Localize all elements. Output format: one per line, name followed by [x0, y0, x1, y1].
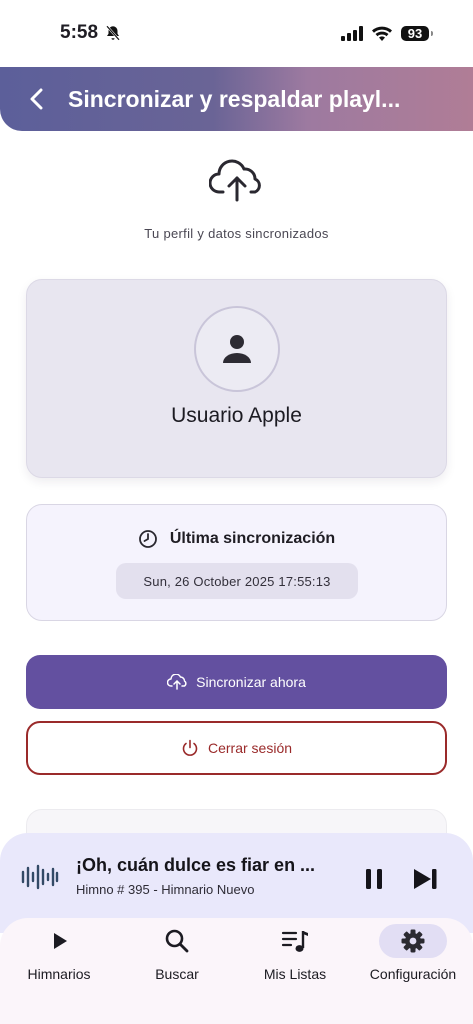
pause-icon: [366, 869, 382, 889]
track-title: ¡Oh, cuán dulce es fiar en ...: [76, 855, 316, 875]
gear-icon: [401, 929, 425, 953]
last-sync-title: Última sincronización: [169, 530, 336, 547]
sync-now-button[interactable]: Sincronizar ahora: [26, 655, 447, 709]
last-sync-card: Última sincronización Sun, 26 October 20…: [26, 504, 447, 621]
profile-card: Usuario Apple: [26, 279, 447, 478]
nav-icon-container: [261, 924, 329, 958]
nav-label: Configuración: [369, 966, 457, 982]
playlist-icon: [281, 931, 308, 952]
app-bar: Sincronizar y respaldar playl...: [0, 67, 473, 131]
logout-label: Cerrar sesión: [207, 740, 293, 756]
profile-subtitle: Tu perfil y datos sincronizados: [144, 226, 329, 241]
clock-icon: [138, 530, 157, 548]
nav-icon-container: [143, 924, 211, 958]
battery-indicator: 93: [401, 25, 433, 41]
nav-item-buscar[interactable]: Buscar: [118, 918, 236, 998]
waveform-icon: [21, 864, 59, 890]
status-time: 5:58: [60, 22, 99, 43]
status-indicators: 93: [341, 25, 433, 41]
page-title: Sincronizar y respaldar playl...: [68, 85, 401, 112]
cloud-upload-icon: [209, 159, 261, 202]
avatar: [194, 306, 280, 392]
nav-icon-container: [25, 924, 93, 958]
nav-icon-container-active: [379, 924, 447, 958]
nav-label: Himnarios: [27, 966, 91, 982]
search-icon: [165, 929, 189, 953]
user-name: Usuario Apple: [171, 404, 302, 427]
chevron-left-icon: [30, 88, 43, 110]
signal-icon: [341, 25, 363, 41]
nav-label: Buscar: [155, 966, 199, 982]
nav-item-himnarios[interactable]: Himnarios: [0, 918, 118, 998]
back-button[interactable]: [22, 84, 52, 114]
next-button[interactable]: [408, 863, 442, 895]
logout-button[interactable]: Cerrar sesión: [26, 721, 447, 775]
skip-next-icon: [414, 869, 437, 889]
cloud-upload-icon: [167, 674, 187, 690]
track-subtitle: Himno # 395 - Himnario Nuevo: [76, 882, 255, 897]
nav-item-mis-listas[interactable]: Mis Listas: [236, 918, 354, 998]
last-sync-header: Última sincronización: [27, 529, 446, 549]
pause-button[interactable]: [358, 863, 390, 895]
sync-now-label: Sincronizar ahora: [196, 674, 306, 690]
nav-label: Mis Listas: [263, 966, 327, 982]
power-icon: [182, 739, 198, 756]
status-bar: 5:58 93: [0, 0, 473, 66]
wifi-icon: [372, 26, 392, 41]
status-time-group: 5:58: [60, 22, 122, 44]
bottom-navigation: Himnarios Buscar Mis Listas Configuració…: [0, 918, 473, 1024]
nav-item-configuracion[interactable]: Configuración: [354, 918, 472, 998]
person-icon: [223, 335, 251, 363]
play-icon: [54, 933, 67, 949]
last-sync-date: Sun, 26 October 2025 17:55:13: [116, 563, 358, 599]
bell-muted-icon: [106, 25, 120, 41]
